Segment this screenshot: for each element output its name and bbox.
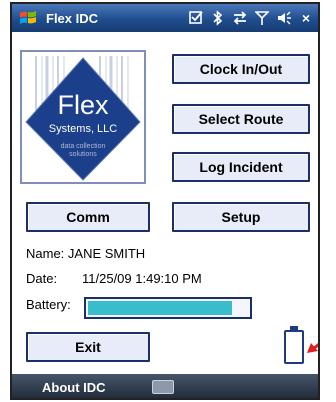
bottom-menu-bar: About IDC bbox=[12, 374, 318, 398]
logo-subtitle: Systems, LLC bbox=[49, 123, 118, 135]
select-route-button[interactable]: Select Route bbox=[172, 104, 310, 134]
battery-icon bbox=[284, 326, 304, 364]
setup-button[interactable]: Setup bbox=[172, 202, 310, 232]
logo-tagline-2: solutions bbox=[69, 151, 97, 158]
date-value: 11/25/09 1:49:10 PM bbox=[82, 271, 202, 286]
comm-button[interactable]: Comm bbox=[26, 202, 150, 232]
red-arrow-icon bbox=[307, 343, 318, 353]
app-title: Flex IDC bbox=[46, 11, 99, 26]
about-idc-softkey[interactable]: About IDC bbox=[42, 380, 106, 395]
battery-progress-bar bbox=[84, 297, 252, 319]
windows-start-icon[interactable] bbox=[18, 8, 38, 28]
volume-icon[interactable] bbox=[276, 10, 292, 26]
bluetooth-icon[interactable] bbox=[210, 10, 226, 26]
clock-in-out-button[interactable]: Clock In/Out bbox=[172, 54, 310, 84]
status-icons: × bbox=[188, 8, 314, 28]
logo-tagline-1: data collection bbox=[61, 143, 106, 150]
checkbox-icon[interactable] bbox=[188, 10, 204, 26]
main-content: Flex Systems, LLC data collection soluti… bbox=[12, 32, 318, 374]
battery-label: Battery: bbox=[26, 297, 71, 312]
exit-button[interactable]: Exit bbox=[26, 332, 150, 362]
date-label: Date: bbox=[26, 271, 58, 286]
title-bar: Flex IDC × bbox=[12, 4, 318, 32]
keyboard-icon[interactable] bbox=[152, 380, 174, 394]
device-frame: Flex IDC × Flex Systems, LLC data collec… bbox=[10, 2, 320, 400]
log-incident-button[interactable]: Log Incident bbox=[172, 152, 310, 182]
sync-icon[interactable] bbox=[232, 10, 248, 26]
logo-title: Flex bbox=[57, 90, 109, 120]
flex-systems-logo: Flex Systems, LLC data collection soluti… bbox=[20, 50, 146, 184]
signal-icon[interactable] bbox=[254, 10, 270, 26]
employee-name: Name: JANE SMITH bbox=[26, 246, 146, 261]
close-icon[interactable]: × bbox=[298, 10, 314, 26]
battery-progress-fill bbox=[88, 301, 232, 315]
